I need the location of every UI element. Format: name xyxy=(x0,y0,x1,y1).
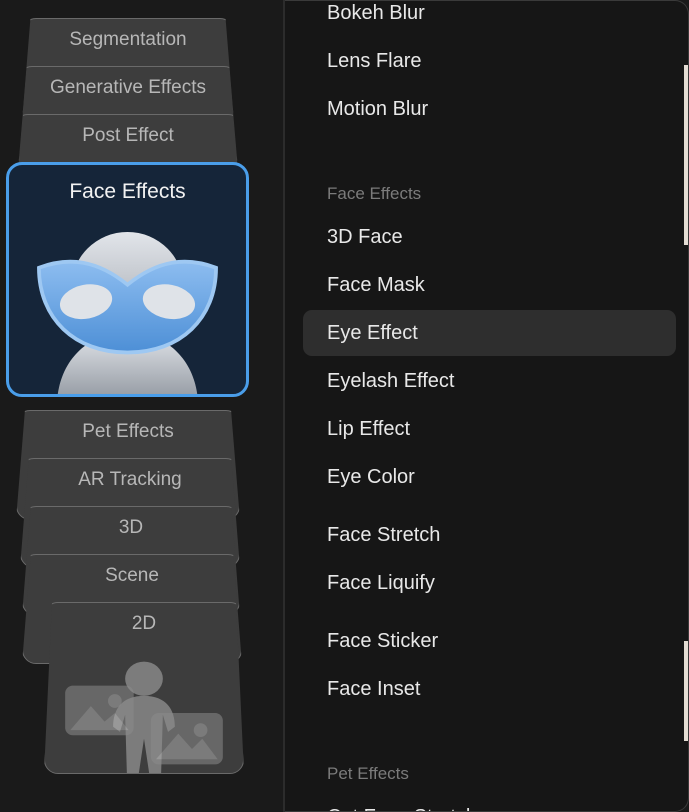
effect-list-item-face-liquify[interactable]: Face Liquify xyxy=(285,559,688,607)
category-card-label: Scene xyxy=(105,565,159,586)
effect-entry-label: Face Inset xyxy=(327,678,421,700)
photo-frame-left xyxy=(65,685,134,736)
effect-group-header-pet-effects: Pet Effects xyxy=(285,713,688,793)
category-card-deck: Segmentation Generative Effects Post Effec… xyxy=(0,0,283,812)
effect-entry-label: Lens Flare xyxy=(327,50,422,72)
scroll-edge-upper xyxy=(684,65,688,245)
effect-entry-label: Face Stretch xyxy=(327,524,441,546)
category-card-label: Generative Effects xyxy=(50,77,206,98)
effect-entry-label: Face Sticker xyxy=(327,630,439,652)
category-card-label: Pet Effects xyxy=(82,421,174,442)
category-card-face-effects[interactable]: Face Effects xyxy=(6,162,249,397)
masquerade-mask-illustration xyxy=(37,231,218,394)
effect-list-panel[interactable]: Bokeh Blur Lens Flare Motion Blur Face Effe… xyxy=(285,0,689,812)
category-card-label: 3D xyxy=(118,517,144,538)
effect-list-item-face-sticker[interactable]: Face Sticker xyxy=(285,617,688,665)
effect-list-item-face-stretch[interactable]: Face Stretch xyxy=(285,511,688,559)
category-card-artwork xyxy=(9,215,246,394)
effects-browser: Segmentation Generative Effects Post Effec… xyxy=(0,0,689,812)
effect-entry-label: Pet Effects xyxy=(327,764,409,783)
scroll-edge-lower xyxy=(684,641,688,741)
effect-list-item-bokeh-blur[interactable]: Bokeh Blur xyxy=(285,1,688,37)
effect-entry-label: Lip Effect xyxy=(327,418,411,440)
person-with-photos-illustration xyxy=(65,661,223,773)
effect-entry-label: Face Liquify xyxy=(327,572,435,594)
effect-list-item-motion-blur[interactable]: Motion Blur xyxy=(285,85,688,133)
category-card-label: 2D xyxy=(131,613,157,634)
effect-entry-label: Motion Blur xyxy=(327,98,429,120)
effect-entry-label: Face Effects xyxy=(327,184,422,203)
effect-entry-label: Face Mask xyxy=(327,274,425,296)
category-card-artwork xyxy=(45,653,243,773)
category-card-label: Face Effects xyxy=(69,180,186,203)
effect-entry-label: 3D Face xyxy=(327,226,403,248)
effect-entry-label: Eyelash Effect xyxy=(327,370,455,392)
effect-entry-label: Eye Effect xyxy=(327,322,418,344)
effect-list-item-lens-flare[interactable]: Lens Flare xyxy=(285,37,688,85)
effect-list-item-face-mask[interactable]: Face Mask xyxy=(285,261,688,309)
effect-list-item-eyelash-effect[interactable]: Eyelash Effect xyxy=(285,357,688,405)
effect-list-item-3d-face[interactable]: 3D Face xyxy=(285,213,688,261)
effect-list-item-cat-face-stretch[interactable]: Cat Face Stretch xyxy=(285,793,688,811)
effect-list-item-eye-color[interactable]: Eye Color xyxy=(285,453,688,501)
effect-entry-label: Eye Color xyxy=(327,466,415,488)
effect-group-header-face-effects: Face Effects xyxy=(285,133,688,213)
effect-entry-label: Cat Face Stretch xyxy=(327,804,477,811)
category-card-2d[interactable]: 2D xyxy=(44,602,244,774)
photo-frame-right xyxy=(150,713,223,765)
effect-list-item-face-inset[interactable]: Face Inset xyxy=(285,665,688,713)
category-card-label: AR Tracking xyxy=(78,469,182,490)
effect-list-item-eye-effect[interactable]: Eye Effect xyxy=(285,309,688,357)
effect-list-item-lip-effect[interactable]: Lip Effect xyxy=(285,405,688,453)
category-card-label: Segmentation xyxy=(69,29,187,50)
effect-list: Bokeh Blur Lens Flare Motion Blur Face Effe… xyxy=(285,1,688,811)
effect-entry-label: Bokeh Blur xyxy=(327,2,425,24)
category-card-label: Post Effect xyxy=(82,125,174,146)
